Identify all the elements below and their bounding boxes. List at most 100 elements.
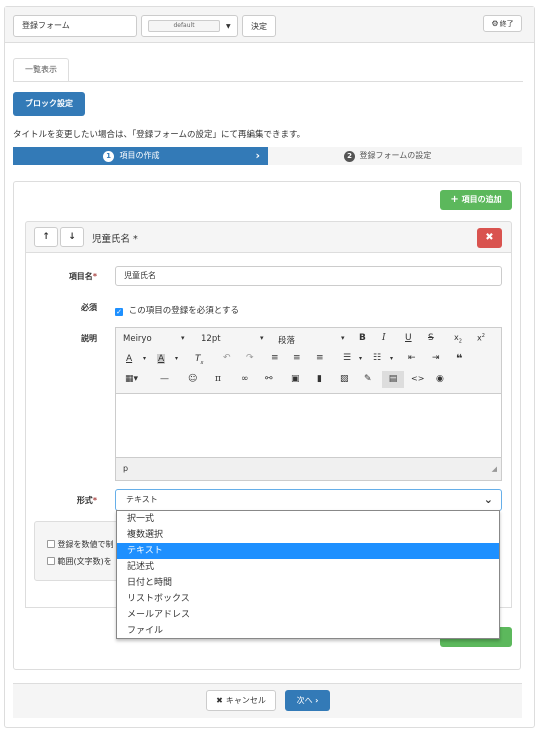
cancel-button[interactable]: ✖ キャンセル [206, 690, 276, 711]
step-2-number: 2 [344, 151, 355, 162]
chevron-right-icon: › [315, 696, 319, 705]
align-left-icon[interactable]: ≡ [271, 353, 279, 363]
option-range-row[interactable]: 範囲(文字数)を [47, 556, 112, 567]
attachment-icon[interactable]: ✎ [364, 374, 372, 384]
background-color-icon[interactable]: A [157, 354, 166, 364]
font-family-select[interactable]: Meiryo [123, 334, 152, 344]
required-text: この項目の登録を必須とする [128, 306, 239, 316]
gear-icon: ⚙ [491, 19, 499, 28]
numeric-checkbox[interactable] [47, 540, 55, 548]
caret-down-icon: ▾ [175, 355, 179, 362]
paste-icon[interactable]: ▤ [382, 371, 404, 388]
redo-icon[interactable]: ↷ [246, 353, 254, 363]
format-select-value: テキスト [126, 495, 158, 504]
bold-icon[interactable]: B [359, 333, 366, 343]
horizontal-line-icon[interactable]: — [160, 374, 169, 384]
emoticon-icon[interactable]: ☺ [188, 374, 197, 384]
clear-format-icon[interactable]: Tx [195, 354, 203, 366]
add-item-label: 項目の追加 [461, 195, 502, 204]
dropdown-option[interactable]: 択一式 [117, 511, 499, 527]
chevron-down-icon: ⌄ [483, 493, 493, 506]
editor-path: p [123, 464, 129, 473]
default-select[interactable]: default ▼ [141, 15, 238, 37]
move-up-button[interactable]: ↑ [34, 227, 58, 247]
end-button[interactable]: ⚙ 終了 [483, 15, 522, 32]
dropdown-option[interactable]: ファイル [117, 623, 499, 639]
options-box: 登録を数値で制 範囲(文字数)を [34, 521, 124, 581]
item-title-text: 児童氏名 [92, 234, 131, 245]
block-settings-button[interactable]: ブロック設定 [13, 92, 85, 116]
required-label: 必須 [81, 303, 97, 312]
format-label: 形式* [76, 496, 97, 505]
outdent-icon[interactable]: ⇤ [408, 353, 416, 363]
required-checkbox[interactable]: ✓ [115, 308, 123, 316]
delete-item-button[interactable]: ✖ [477, 228, 502, 248]
item-name-input[interactable]: 児童氏名 [115, 266, 502, 286]
decide-button[interactable]: 決定 [242, 15, 276, 37]
caret-down-icon: ▾ [341, 334, 345, 342]
name-label-text: 項目名 [68, 272, 93, 281]
link-icon[interactable]: ∞ [241, 374, 249, 384]
font-size-select[interactable]: 12pt [201, 334, 221, 344]
range-checkbox[interactable] [47, 557, 55, 565]
text-color-icon[interactable]: A [126, 354, 132, 364]
dropdown-option[interactable]: リストボックス [117, 591, 499, 607]
image-icon[interactable]: ▨ [340, 374, 349, 384]
dropdown-option-selected[interactable]: テキスト [117, 543, 499, 559]
editor-toolbar: Meiryo ▾ 12pt ▾ 段落 ▾ B I U S x2 x2 A ▾ A… [116, 328, 501, 394]
arrow-down-icon: ↓ [68, 232, 76, 242]
paragraph-select[interactable]: 段落 [278, 334, 295, 346]
template-icon[interactable]: ▮ [317, 374, 322, 384]
option-range-text: 範囲(文字数)を [57, 557, 112, 566]
bullet-list-icon[interactable]: ☰ [343, 353, 351, 363]
pi-icon[interactable]: π [215, 374, 221, 384]
caret-down-icon: ▾ [260, 334, 264, 342]
caret-down-icon: ▾ [359, 355, 363, 362]
underline-icon[interactable]: U [405, 333, 412, 343]
move-down-button[interactable]: ↓ [60, 227, 84, 247]
resize-handle-icon[interactable]: ◢ [492, 458, 497, 480]
option-numeric-row[interactable]: 登録を数値で制 [47, 539, 114, 550]
unlink-icon[interactable]: ⚯ [265, 374, 273, 384]
dropdown-option[interactable]: 複数選択 [117, 527, 499, 543]
item-title: 児童氏名 * [92, 231, 138, 245]
caret-down-icon: ▾ [390, 355, 394, 362]
add-item-button[interactable]: + 項目の追加 [440, 190, 512, 210]
undo-icon[interactable]: ↶ [223, 353, 231, 363]
media-icon[interactable]: ▣ [291, 374, 300, 384]
align-right-icon[interactable]: ≡ [316, 353, 324, 363]
next-label: 次へ [296, 696, 313, 705]
option-numeric-text: 登録を数値で制 [57, 540, 114, 549]
format-label-text: 形式 [76, 496, 93, 505]
next-button[interactable]: 次へ › [285, 690, 330, 711]
step-1-active: 1 項目の作成 › [13, 147, 268, 165]
superscript-icon[interactable]: x2 [477, 333, 485, 343]
caret-down-icon: ▾ [181, 334, 185, 342]
step-1-label: 項目の作成 [119, 151, 160, 160]
code-icon[interactable]: <> [411, 374, 424, 383]
numbered-list-icon[interactable]: ☷ [373, 353, 381, 363]
tab-divider [13, 81, 523, 82]
blockquote-icon[interactable]: ❝ [456, 352, 462, 365]
required-mark: * [133, 234, 138, 245]
subscript-icon[interactable]: x2 [454, 333, 462, 345]
format-dropdown[interactable]: 択一式 複数選択 テキスト 記述式 日付と時間 リストボックス メールアドレス … [116, 510, 500, 639]
required-checkbox-row[interactable]: ✓ この項目の登録を必須とする [115, 304, 239, 316]
form-title-input[interactable]: 登録フォーム [13, 15, 137, 37]
dropdown-option[interactable]: メールアドレス [117, 607, 499, 623]
name-label: 項目名* [68, 272, 97, 281]
tab-list-view[interactable]: 一覧表示 [13, 58, 69, 82]
align-center-icon[interactable]: ≡ [293, 353, 301, 363]
strikethrough-icon[interactable]: S [428, 333, 434, 343]
italic-icon[interactable]: I [382, 333, 386, 343]
caret-down-icon: ▾ [143, 355, 147, 362]
dropdown-option[interactable]: 記述式 [117, 559, 499, 575]
dropdown-option[interactable]: 日付と時間 [117, 575, 499, 591]
format-select[interactable]: テキスト ⌄ [115, 489, 502, 511]
indent-icon[interactable]: ⇥ [432, 353, 440, 363]
close-icon: ✖ [216, 696, 223, 705]
preview-icon[interactable]: ◉ [436, 374, 444, 384]
description-label: 説明 [81, 334, 97, 343]
table-icon[interactable]: ▦▾ [125, 374, 138, 384]
arrow-up-icon: ↑ [42, 232, 50, 242]
